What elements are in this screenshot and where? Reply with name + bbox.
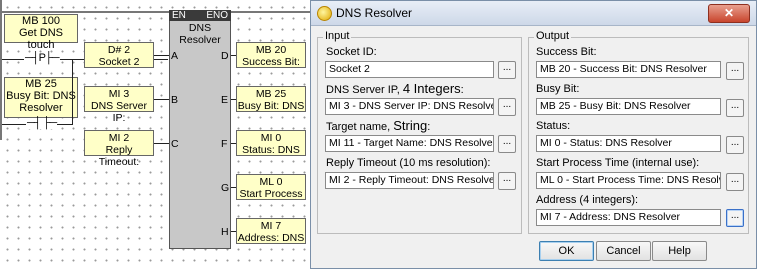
help-button[interactable]: Help	[652, 241, 707, 261]
app-icon	[317, 6, 332, 21]
pin-wire	[154, 143, 169, 144]
operand-busy-bit[interactable]: MB 25 Busy Bit: DNS	[236, 86, 306, 112]
function-block-title-line: Resolver	[179, 34, 221, 46]
pin-a: A	[171, 50, 179, 62]
label-part: DNS Server IP,	[326, 84, 400, 96]
busy-bit-browse-button[interactable]: ...	[726, 99, 744, 117]
operand-address: MI 3	[108, 88, 130, 100]
label-part: :	[460, 84, 464, 96]
operand-address: MB 20	[255, 44, 287, 56]
contact-description: Get DNS touch	[18, 27, 63, 51]
address-field[interactable]: MI 7 - Address: DNS Resolver	[536, 209, 721, 226]
status-label: Status:	[536, 120, 571, 132]
reply-timeout-label: Reply Timeout (10 ms resolution):	[326, 157, 491, 169]
label-part-type: 4 Integers	[402, 81, 461, 96]
operand-address: D# 2	[107, 44, 131, 56]
reply-timeout-browse-button[interactable]: ...	[498, 172, 516, 190]
success-bit-browse-button[interactable]: ...	[726, 62, 744, 80]
dialog-title: DNS Resolver	[336, 6, 413, 20]
dns-server-ip-label: DNS Server IP, 4 Integers:	[326, 81, 464, 96]
operand-address: MI 2	[108, 132, 130, 144]
contact-address: MB 25	[25, 78, 57, 90]
pin-d: D	[221, 50, 229, 62]
close-button[interactable]: ✕	[708, 4, 750, 23]
reply-timeout-field[interactable]: MI 2 - Reply Timeout: DNS Resolver	[325, 172, 494, 189]
operand-address: MI 7	[260, 220, 282, 232]
positive-transition-contact[interactable]: ─┤P├─	[24, 53, 60, 64]
normally-open-contact[interactable]: ─┤ ├─	[26, 118, 57, 129]
cancel-button[interactable]: Cancel	[596, 241, 651, 261]
busy-bit-field[interactable]: MB 25 - Busy Bit: DNS Resolver	[536, 98, 721, 115]
pin-g: G	[221, 182, 230, 194]
pin-c: C	[171, 138, 179, 150]
function-block-header: EN ENO	[169, 10, 231, 21]
function-block-title-line: DNS	[188, 22, 212, 34]
operand-description: Reply Timeout:	[98, 144, 140, 168]
start-process-browse-button[interactable]: ...	[726, 173, 744, 191]
start-process-time-label: Start Process Time (internal use):	[536, 157, 700, 169]
operand-status[interactable]: MI 0 Status: DNS	[236, 130, 306, 156]
dialog-titlebar[interactable]: DNS Resolver ✕	[311, 1, 756, 26]
operand-description: Success Bit:	[242, 56, 300, 68]
pin-e: E	[221, 94, 229, 106]
operand-socket[interactable]: D# 2 Socket 2	[84, 42, 154, 68]
pin-f: F	[221, 138, 228, 150]
pin-wire	[154, 99, 169, 100]
operand-start-process[interactable]: ML 0 Start Process	[236, 174, 306, 200]
address-label: Address (4 integers):	[536, 194, 639, 206]
input-group-label: Input	[323, 30, 352, 42]
operand-description: DNS Server IP:	[90, 100, 147, 124]
operand-address: ML 0	[259, 176, 283, 188]
contact-address: MB 100	[22, 15, 60, 27]
target-name-label: Target name, String:	[326, 118, 430, 133]
contact-description: Busy Bit: DNS	[6, 90, 76, 102]
operand-dns-server-ip[interactable]: MI 3 DNS Server IP:	[84, 86, 154, 124]
pin-b: B	[171, 94, 179, 106]
en-label: EN	[172, 10, 186, 21]
pin-wire	[154, 55, 169, 56]
rung-wire-top	[0, 11, 310, 13]
address-browse-button[interactable]: ...	[726, 209, 744, 227]
operand-description: Socket 2	[98, 56, 140, 68]
operand-description: Start Process	[239, 188, 303, 200]
contact-description: Resolver	[19, 102, 63, 114]
eno-label: ENO	[206, 10, 228, 21]
dns-resolver-dialog: DNS Resolver ✕ Input Socket ID: Socket 2…	[310, 0, 757, 269]
function-block-title: DNS Resolver	[169, 22, 231, 46]
operand-description: Status: DNS	[242, 144, 300, 156]
label-part: Target name,	[326, 121, 391, 133]
socket-browse-button[interactable]: ...	[498, 61, 516, 79]
operand-reply-timeout[interactable]: MI 2 Reply Timeout:	[84, 130, 154, 168]
dns-server-browse-button[interactable]: ...	[498, 98, 516, 116]
target-name-field[interactable]: MI 11 - Target Name: DNS Resolver	[325, 135, 494, 152]
pin-h: H	[221, 226, 229, 238]
operand-address: MI 0	[260, 132, 282, 144]
socket-id-label: Socket ID:	[326, 46, 377, 58]
ok-button[interactable]: OK	[539, 241, 594, 261]
branch-wire-vertical	[72, 59, 73, 125]
dns-server-ip-field[interactable]: MI 3 - DNS Server IP: DNS Resolver	[325, 98, 494, 115]
status-field[interactable]: MI 0 - Status: DNS Resolver	[536, 135, 721, 152]
operand-description: Busy Bit: DNS	[237, 100, 305, 112]
operand-success-bit[interactable]: MB 20 Success Bit:	[236, 42, 306, 68]
status-browse-button[interactable]: ...	[726, 136, 744, 154]
operand-description: Address: DNS	[237, 232, 305, 244]
contact-mb100[interactable]: MB 100 Get DNS touch	[4, 14, 78, 51]
busy-bit-label: Busy Bit:	[536, 83, 580, 95]
label-part: :	[427, 121, 431, 133]
operand-address-out[interactable]: MI 7 Address: DNS	[236, 218, 306, 244]
success-bit-label: Success Bit:	[536, 46, 597, 58]
contact-mb25[interactable]: MB 25 Busy Bit: DNS Resolver	[4, 77, 78, 118]
socket-id-field[interactable]: Socket 2	[325, 61, 494, 78]
power-rail	[0, 0, 2, 140]
success-bit-field[interactable]: MB 20 - Success Bit: DNS Resolver	[536, 61, 721, 78]
label-part-type: String	[393, 118, 428, 133]
output-group-label: Output	[534, 30, 572, 42]
target-name-browse-button[interactable]: ...	[498, 135, 516, 153]
operand-address: MB 25	[255, 88, 287, 100]
start-process-time-field[interactable]: ML 0 - Start Process Time: DNS Resolver	[536, 172, 721, 189]
